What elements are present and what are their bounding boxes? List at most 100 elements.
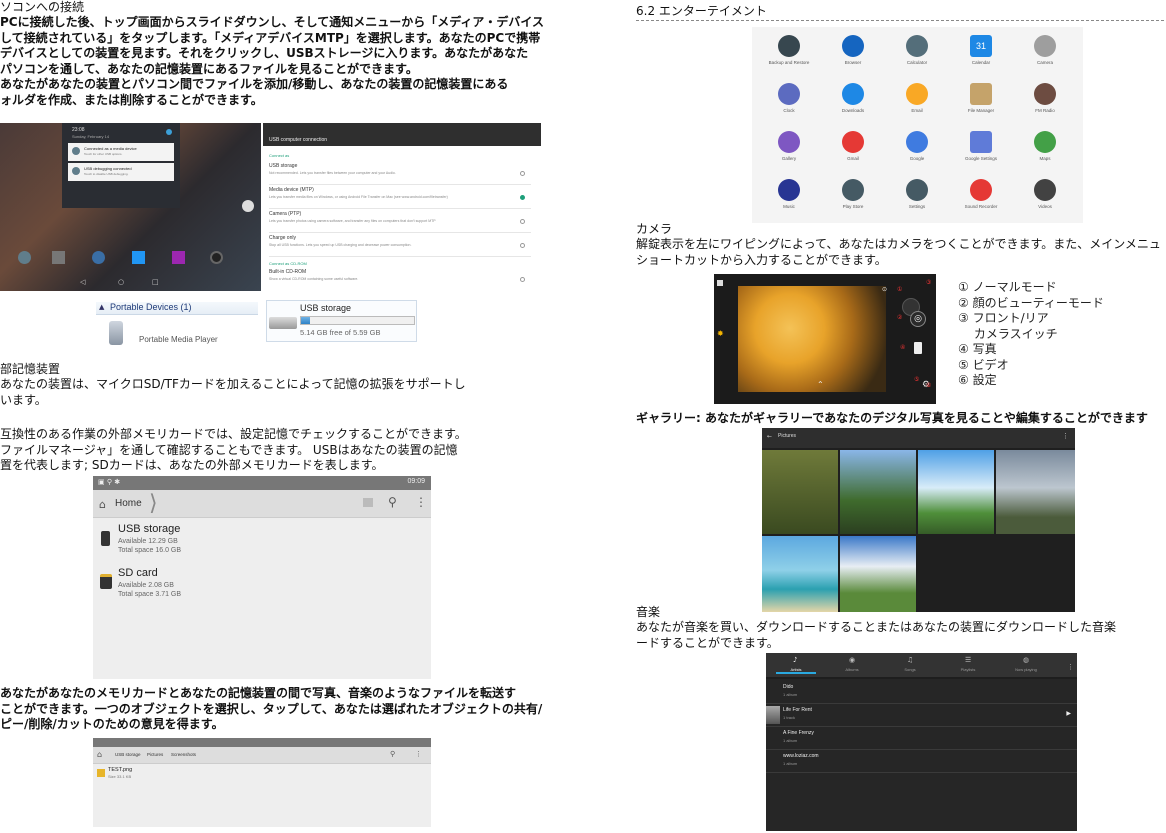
- app-camera[interactable]: Camera: [1020, 35, 1070, 65]
- artist-row[interactable]: A Fine Frenzy 1 album: [766, 727, 1077, 750]
- usb-option-ptp[interactable]: Camera (PTP) Lets you transfer photos us…: [269, 211, 531, 233]
- usb-option-charge[interactable]: Charge only Stop all USB functions. Lets…: [269, 235, 531, 257]
- dock-app-icon[interactable]: [172, 251, 185, 264]
- usb-option-storage[interactable]: USB storage Not recommended. Lets you tr…: [269, 163, 531, 185]
- app-play-store[interactable]: Play Store: [828, 179, 878, 209]
- home-icon[interactable]: ⌂: [97, 750, 102, 759]
- recents-icon[interactable]: □: [152, 278, 159, 286]
- app-settings[interactable]: Settings: [892, 179, 942, 209]
- app-fm-radio[interactable]: FM Radio: [1020, 83, 1070, 113]
- dock-app-icon[interactable]: [52, 251, 65, 264]
- breadcrumb-item[interactable]: Screenshots: [171, 752, 196, 757]
- dock-app-icon[interactable]: [210, 251, 223, 264]
- play-icon[interactable]: ▶: [1066, 710, 1071, 717]
- radio-button-selected[interactable]: [520, 195, 525, 200]
- app-label: Gmail: [847, 156, 859, 161]
- more-menu-icon[interactable]: ⋮: [1062, 432, 1069, 440]
- artist-row[interactable]: www.loziaz.com 1 album: [766, 750, 1077, 773]
- usb-storage-drive[interactable]: USB storage 5.14 GB free of 5.59 GB: [266, 300, 417, 342]
- back-icon[interactable]: ◁: [80, 278, 85, 286]
- app-gmail[interactable]: Gmail: [828, 131, 878, 161]
- breadcrumb-home[interactable]: Home: [115, 498, 142, 509]
- expand-icon[interactable]: ▲: [99, 303, 104, 311]
- tab-artists[interactable]: Artists: [776, 667, 816, 674]
- sd-card-item[interactable]: SD card Available 2.08 GB Total space 3.…: [93, 564, 431, 606]
- file-manager-screenshot: ▣ ⚲ ✱ 09:09 ⌂ Home ⟩ ⚲ ⋮ USB storage Ava…: [93, 476, 431, 679]
- new-folder-icon[interactable]: [363, 498, 373, 507]
- app-maps[interactable]: Maps: [1020, 131, 1070, 161]
- app-sound-recorder[interactable]: Sound Recorder: [956, 179, 1006, 209]
- app-calculator[interactable]: Calculator: [892, 35, 942, 65]
- app-videos[interactable]: Videos: [1020, 179, 1070, 209]
- app-google-settings[interactable]: Google Settings: [956, 131, 1006, 161]
- usb-storage-item[interactable]: USB storage Available 12.29 GB Total spa…: [93, 520, 431, 562]
- gallery-thumbnail[interactable]: [762, 450, 838, 534]
- search-icon[interactable]: ⚲: [390, 750, 395, 758]
- artist-row[interactable]: Life For Rent 1 track ▶: [766, 704, 1077, 727]
- mode-icon[interactable]: [717, 280, 723, 286]
- app-google[interactable]: Google: [892, 131, 942, 161]
- dock-app-icon[interactable]: [132, 251, 145, 264]
- notification-usb-debugging[interactable]: USB debugging connected Touch to disable…: [68, 163, 174, 181]
- file-name: TEST.png: [108, 767, 133, 773]
- more-menu-icon[interactable]: ⋮: [415, 750, 422, 758]
- radio-button[interactable]: [520, 277, 525, 282]
- image-file-icon: [97, 769, 105, 777]
- radio-button[interactable]: [520, 219, 525, 224]
- screen-title: USB computer connection: [269, 137, 328, 143]
- dock-app-icon[interactable]: [92, 251, 105, 264]
- tab-now-playing[interactable]: Now playing: [1006, 667, 1046, 672]
- gallery-thumbnail[interactable]: [918, 450, 994, 534]
- gallery-thumbnail[interactable]: [762, 536, 838, 612]
- tab-albums[interactable]: Albums: [832, 667, 872, 672]
- file-list-item[interactable]: TEST.png Size 33.1 KB: [93, 766, 431, 782]
- home-icon[interactable]: ⌂: [99, 498, 106, 511]
- app-clock[interactable]: Clock: [764, 83, 814, 113]
- breadcrumb-item[interactable]: USB storage: [115, 752, 141, 757]
- camera-switch-icon[interactable]: ⊙: [882, 286, 887, 293]
- device-label[interactable]: Portable Media Player: [139, 335, 218, 344]
- app-drawer-icon[interactable]: [242, 200, 254, 212]
- tab-playlists[interactable]: Playlists: [948, 667, 988, 672]
- drive-name: USB storage: [300, 303, 352, 313]
- calculator-icon: [906, 35, 928, 57]
- app-file-manager[interactable]: File Manager: [956, 83, 1006, 113]
- artist-row[interactable]: Dido 1 album: [766, 681, 1077, 704]
- usb-option-mtp[interactable]: Media device (MTP) Lets you transfer med…: [269, 187, 531, 209]
- home-icon[interactable]: ○: [118, 278, 124, 286]
- gallery-thumbnail[interactable]: [840, 536, 916, 612]
- breadcrumb-item[interactable]: Pictures: [147, 752, 163, 757]
- devices-group-header[interactable]: ▲ Portable Devices (1): [96, 302, 258, 315]
- flash-icon[interactable]: ✸: [717, 329, 724, 338]
- legend-item: ③ フロント/リア: [958, 311, 1049, 325]
- video-record-icon[interactable]: [914, 342, 922, 354]
- artist-name: Life For Rent: [783, 707, 812, 713]
- search-icon[interactable]: ⚲: [388, 495, 397, 509]
- app-downloads[interactable]: Downloads: [828, 83, 878, 113]
- app-email[interactable]: Email: [892, 83, 942, 113]
- app-browser[interactable]: Browser: [828, 35, 878, 65]
- back-arrow-icon[interactable]: ←: [767, 433, 772, 440]
- radio-button[interactable]: [520, 171, 525, 176]
- notification-media-device[interactable]: Connected as a media device Touch for ot…: [68, 143, 174, 161]
- app-label: Videos: [1038, 204, 1052, 209]
- option-title: Camera (PTP): [269, 211, 302, 217]
- app-gallery[interactable]: Gallery: [764, 131, 814, 161]
- chevron-up-icon[interactable]: ⌃: [817, 380, 824, 389]
- album-art: [766, 706, 780, 724]
- gallery-thumbnail[interactable]: [996, 450, 1075, 534]
- gallery-thumbnail[interactable]: [840, 450, 916, 534]
- app-backup[interactable]: Backup and Restore: [764, 35, 814, 65]
- usb-option-cdrom[interactable]: Built-in CD-ROM Show a virtual CD-ROM co…: [269, 269, 531, 291]
- app-music[interactable]: Music: [764, 179, 814, 209]
- radio-button[interactable]: [520, 243, 525, 248]
- section-label: Connect as: [269, 153, 290, 158]
- app-calendar[interactable]: 31 Calendar: [956, 35, 1006, 65]
- more-menu-icon[interactable]: ⋮: [1067, 663, 1074, 671]
- intro-line: あなたがあなたの装置とパソコン間でファイルを添加/移動し、あなたの装置の記憶装置…: [0, 77, 509, 91]
- tab-songs[interactable]: Songs: [890, 667, 930, 672]
- shutter-button[interactable]: ◎: [910, 311, 926, 327]
- more-menu-icon[interactable]: ⋮: [415, 495, 427, 509]
- app-label: Maps: [1039, 156, 1051, 161]
- dock-app-icon[interactable]: [18, 251, 31, 264]
